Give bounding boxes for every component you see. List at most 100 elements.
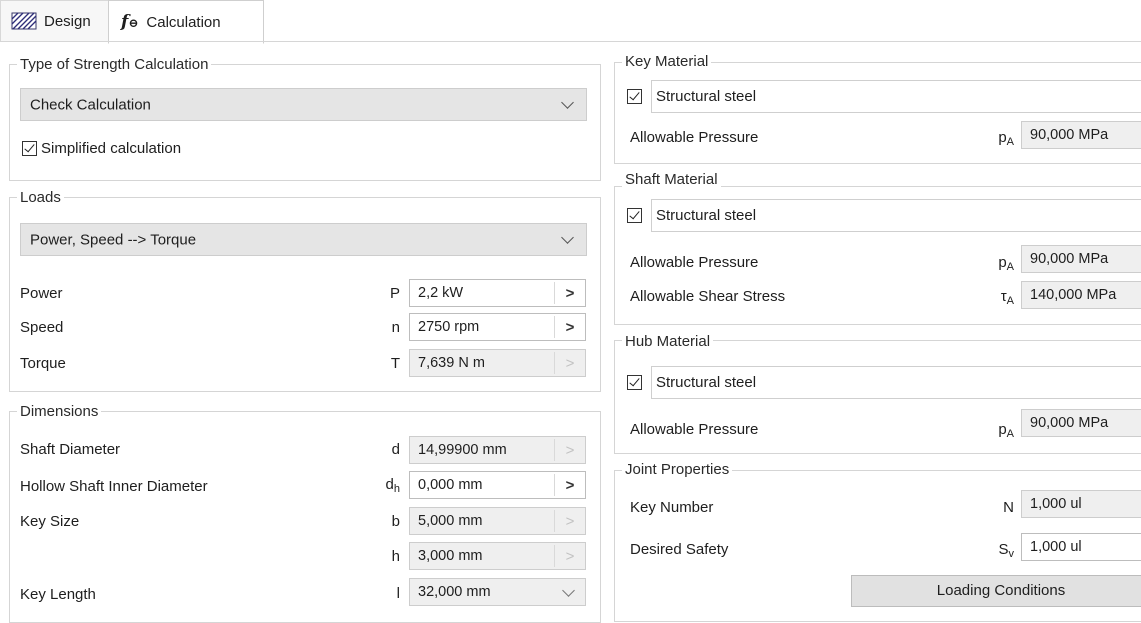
- strength-calculation-title: Type of Strength Calculation: [17, 56, 212, 74]
- shaft-material-left-line: [651, 199, 652, 232]
- key-number-label: Key Number: [630, 499, 714, 516]
- loading-conditions-button[interactable]: Loading Conditions: [851, 575, 1141, 607]
- hub-allowable-pressure-input[interactable]: 90,000 MPa: [1021, 409, 1141, 437]
- simplified-calculation-label: Simplified calculation: [41, 140, 182, 157]
- key-length-value: 32,000 mm: [418, 584, 491, 600]
- key-material-name[interactable]: Structural steel: [656, 88, 756, 105]
- tab-design-label: Design: [44, 12, 91, 30]
- desired-safety-input[interactable]: 1,000 ul: [1021, 533, 1141, 561]
- desired-safety-symbol-sub: v: [1008, 548, 1015, 560]
- power-label: Power: [20, 285, 63, 302]
- shaft-diameter-input[interactable]: 14,99900 mm >: [409, 436, 586, 464]
- torque-value: 7,639 N m: [418, 355, 485, 371]
- key-length-select[interactable]: 32,000 mm: [409, 578, 586, 606]
- key-material-title: Key Material: [622, 53, 712, 71]
- hub-allowable-pressure-value: 90,000 MPa: [1030, 415, 1109, 431]
- key-size-b-symbol: b: [391, 513, 400, 530]
- key-pressure-symbol-sub: A: [1006, 136, 1014, 148]
- hub-material-checkbox[interactable]: [627, 375, 642, 390]
- joint-properties-title: Joint Properties: [622, 461, 733, 479]
- speed-arrow-button[interactable]: >: [555, 314, 585, 340]
- chevron-down-icon: [561, 96, 574, 109]
- shaft-material-name[interactable]: Structural steel: [656, 207, 756, 224]
- torque-label: Torque: [20, 355, 66, 372]
- torque-input[interactable]: 7,639 N m >: [409, 349, 586, 377]
- tab-calculation-label: Calculation: [146, 13, 221, 31]
- shaft-diameter-symbol: d: [391, 441, 400, 458]
- key-pressure-symbol: pA: [978, 129, 1014, 148]
- simplified-calculation-checkbox[interactable]: [22, 141, 37, 156]
- hub-pressure-symbol: pA: [978, 421, 1014, 440]
- shaft-material-checkbox[interactable]: [627, 208, 642, 223]
- shaft-diameter-value: 14,99900 mm: [418, 442, 507, 458]
- key-allowable-pressure-label: Allowable Pressure: [630, 129, 759, 146]
- shaft-allowable-pressure-label: Allowable Pressure: [630, 254, 759, 271]
- desired-safety-symbol: Sv: [982, 541, 1014, 560]
- hub-pressure-symbol-sub: A: [1006, 428, 1014, 440]
- hub-material-bottom-line: [651, 398, 1141, 399]
- shaft-allowable-shear-value: 140,000 MPa: [1030, 287, 1117, 303]
- shaft-allowable-shear-input[interactable]: 140,000 MPa: [1021, 281, 1141, 309]
- strength-calculation-select[interactable]: Check Calculation: [20, 88, 587, 121]
- shaft-shear-symbol-sub: A: [1006, 295, 1014, 307]
- desired-safety-label: Desired Safety: [630, 541, 729, 558]
- key-pressure-symbol-main: p: [998, 129, 1007, 146]
- key-allowable-pressure-value: 90,000 MPa: [1030, 127, 1109, 143]
- desired-safety-symbol-main: S: [998, 541, 1009, 558]
- strength-calculation-value: Check Calculation: [30, 96, 151, 113]
- hub-pressure-symbol-main: p: [998, 421, 1007, 438]
- torque-symbol: T: [390, 355, 400, 372]
- speed-symbol: n: [391, 319, 400, 336]
- key-number-symbol: N: [1003, 499, 1014, 516]
- key-size-label: Key Size: [20, 513, 80, 530]
- shaft-shear-symbol: τA: [978, 288, 1014, 307]
- hollow-shaft-value: 0,000 mm: [418, 477, 483, 493]
- hub-material-name[interactable]: Structural steel: [656, 374, 756, 391]
- torque-arrow-button: >: [565, 354, 575, 372]
- key-material-checkbox[interactable]: [627, 89, 642, 104]
- hollow-shaft-symbol-main: d: [385, 476, 394, 493]
- shaft-allowable-pressure-input[interactable]: 90,000 MPa: [1021, 245, 1141, 273]
- key-material-bottom-line: [651, 112, 1141, 113]
- key-allowable-pressure-input[interactable]: 90,000 MPa: [1021, 121, 1141, 149]
- key-material-left-line: [651, 80, 652, 113]
- key-size-b-arrow-button: >: [565, 512, 575, 530]
- key-size-b-input[interactable]: 5,000 mm >: [409, 507, 586, 535]
- hollow-shaft-label: Hollow Shaft Inner Diameter: [20, 478, 208, 495]
- hollow-shaft-arrow-button[interactable]: >: [555, 472, 585, 498]
- shaft-pressure-symbol-sub: A: [1006, 261, 1014, 273]
- chevron-down-icon: [561, 231, 574, 244]
- hollow-shaft-symbol-sub: h: [393, 483, 400, 495]
- shaft-material-bottom-line: [651, 231, 1141, 232]
- key-length-label: Key Length: [20, 586, 96, 603]
- key-material-top-line: [651, 80, 1141, 81]
- shaft-pressure-symbol: pA: [978, 254, 1014, 273]
- key-size-b-value: 5,000 mm: [418, 513, 483, 529]
- power-arrow-button[interactable]: >: [555, 280, 585, 306]
- key-number-value: 1,000 ul: [1030, 496, 1082, 512]
- design-hatch-icon: [11, 12, 37, 30]
- power-input[interactable]: 2,2 kW >: [409, 279, 586, 307]
- strength-calculation-group: [9, 64, 601, 181]
- hub-allowable-pressure-label: Allowable Pressure: [630, 421, 759, 438]
- fx-calculation-icon: f⊖: [121, 12, 139, 32]
- loads-select-value: Power, Speed --> Torque: [30, 231, 197, 248]
- loads-select[interactable]: Power, Speed --> Torque: [20, 223, 587, 256]
- dimensions-title: Dimensions: [17, 403, 102, 421]
- loads-title: Loads: [17, 189, 64, 207]
- shaft-diameter-label: Shaft Diameter: [20, 441, 121, 458]
- shaft-material-title: Shaft Material: [622, 171, 721, 189]
- power-symbol: P: [389, 285, 400, 302]
- key-number-input[interactable]: 1,000 ul: [1021, 490, 1141, 518]
- tab-divider: [0, 41, 1141, 42]
- speed-label: Speed: [20, 319, 64, 336]
- shaft-material-top-line: [651, 199, 1141, 200]
- hollow-shaft-input[interactable]: 0,000 mm >: [409, 471, 586, 499]
- tab-design[interactable]: Design: [0, 0, 110, 41]
- hub-material-left-line: [651, 366, 652, 399]
- power-value: 2,2 kW: [418, 285, 464, 301]
- shaft-diameter-arrow-button: >: [565, 441, 575, 459]
- tab-calculation[interactable]: f⊖ Calculation: [108, 0, 264, 44]
- speed-input[interactable]: 2750 rpm >: [409, 313, 586, 341]
- key-size-h-input[interactable]: 3,000 mm >: [409, 542, 586, 570]
